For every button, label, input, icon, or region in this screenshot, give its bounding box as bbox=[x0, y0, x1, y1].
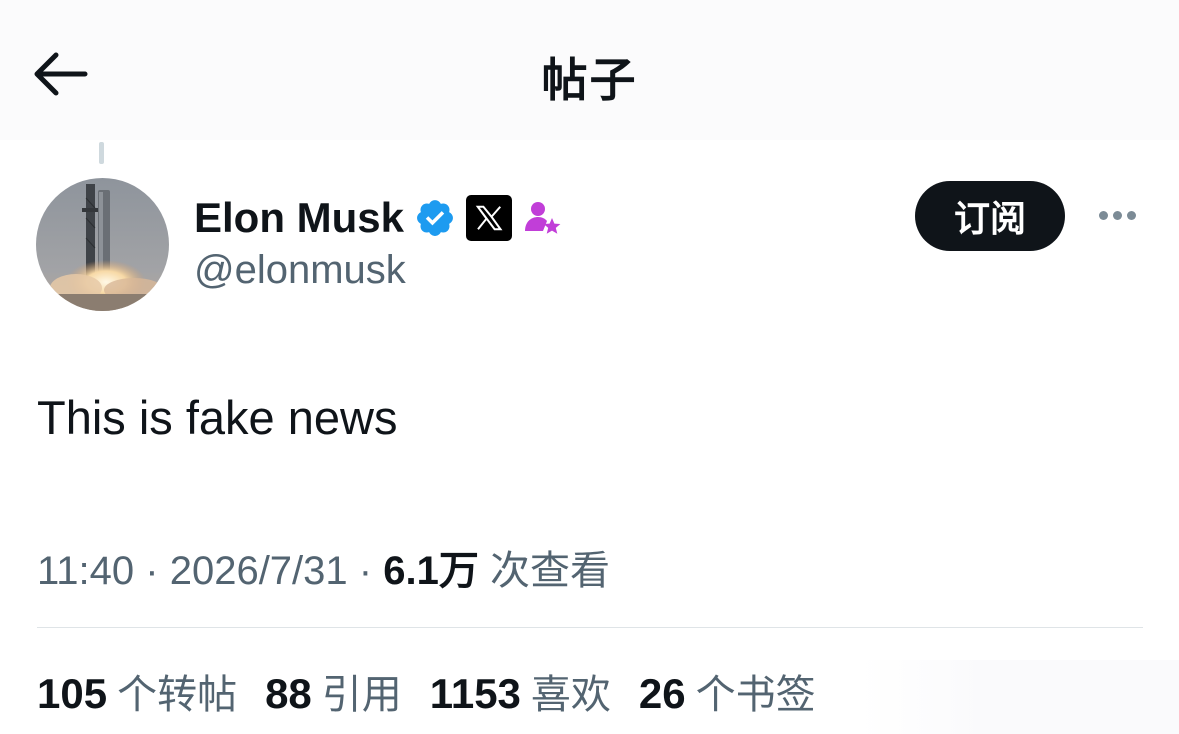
reposts-label: 个转帖 bbox=[117, 672, 238, 718]
subscribe-button[interactable]: 订阅 bbox=[915, 181, 1065, 251]
post-text: This is fake news bbox=[37, 391, 398, 444]
post-date[interactable]: 2026/7/31 bbox=[170, 549, 348, 593]
meta-separator: · bbox=[145, 549, 170, 593]
bookmarks-stat[interactable]: 26 个书签 bbox=[639, 662, 816, 720]
more-dots-icon bbox=[1098, 210, 1108, 220]
quotes-label: 引用 bbox=[321, 672, 402, 718]
divider bbox=[37, 627, 1143, 628]
quotes-stat[interactable]: 88 引用 bbox=[265, 662, 402, 720]
reposts-stat[interactable]: 105 个转帖 bbox=[37, 662, 237, 720]
more-dots-icon-dot bbox=[1126, 210, 1136, 220]
bookmarks-count: 26 bbox=[638, 670, 686, 717]
top-bar: 帖子 bbox=[0, 0, 1179, 140]
reposts-count: 105 bbox=[37, 670, 108, 717]
subscriber-star-icon[interactable] bbox=[522, 198, 562, 238]
engagement-stats: 105 个转帖 88 引用 1153 喜欢 26 个书签 bbox=[37, 662, 816, 720]
author-display-name[interactable]: Elon Musk bbox=[194, 194, 404, 242]
rocket-launch-avatar-image bbox=[36, 178, 169, 311]
views-label: 次查看 bbox=[489, 548, 610, 594]
author-name-row: Elon Musk bbox=[194, 190, 562, 246]
post-meta: 11:40 · 2026/7/31 · 6.1万 次查看 bbox=[37, 538, 610, 596]
author-handle[interactable]: @elonmusk bbox=[194, 248, 406, 293]
likes-count: 1153 bbox=[429, 670, 521, 717]
x-affiliate-badge-icon[interactable] bbox=[466, 195, 513, 241]
more-dots-icon-dot bbox=[1112, 210, 1122, 220]
views-count: 6.1万 bbox=[383, 549, 479, 593]
avatar[interactable] bbox=[36, 178, 169, 311]
page-title: 帖子 bbox=[541, 53, 638, 107]
likes-label: 喜欢 bbox=[530, 672, 611, 718]
verified-check-icon[interactable] bbox=[414, 197, 456, 239]
bookmarks-label: 个书签 bbox=[695, 672, 816, 718]
quotes-count: 88 bbox=[265, 670, 312, 717]
thread-connector-line bbox=[99, 142, 104, 164]
more-options-button[interactable] bbox=[1092, 200, 1142, 230]
meta-separator: · bbox=[358, 549, 384, 593]
right-edge-fade bbox=[860, 660, 1179, 734]
post-time[interactable]: 11:40 bbox=[37, 549, 134, 593]
likes-stat[interactable]: 1153 喜欢 bbox=[430, 662, 611, 720]
